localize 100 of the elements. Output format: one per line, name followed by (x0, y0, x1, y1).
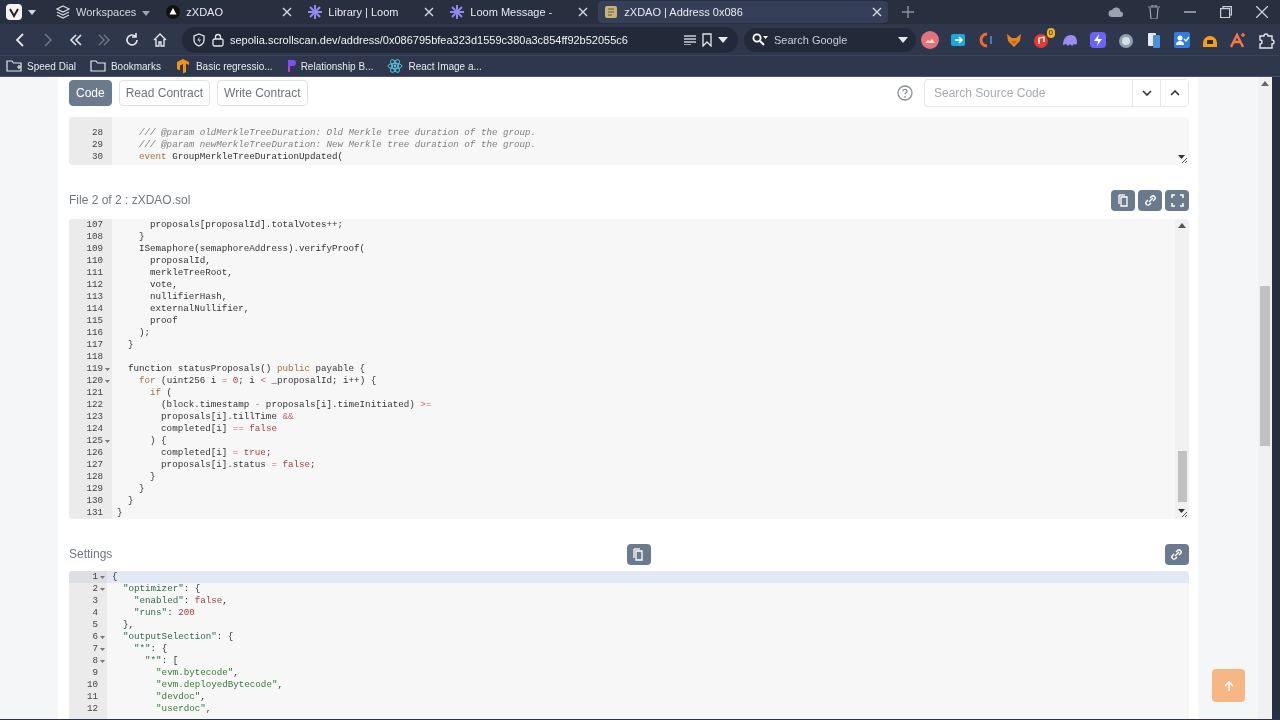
close-icon[interactable] (872, 7, 883, 17)
bookmark-link[interactable]: Relationship B... (286, 60, 374, 72)
bookmark-link[interactable]: Speed Dial (6, 58, 76, 74)
line-number: 123 (86, 411, 103, 423)
close-icon[interactable] (424, 7, 435, 17)
close-icon[interactable] (282, 7, 293, 17)
fold-icon[interactable] (100, 647, 105, 651)
link-button[interactable] (1138, 189, 1162, 211)
code-line: } (138, 483, 145, 494)
dropdown-caret-icon[interactable] (898, 36, 908, 43)
browser-tab[interactable]: Loom Message - (444, 1, 595, 23)
line-number: 126 (86, 447, 103, 459)
tab-title: zXDAO | Address 0x086 (624, 6, 744, 18)
browser-logo-icon[interactable] (6, 4, 22, 20)
line-number: 113 (86, 291, 103, 303)
copy-icon[interactable] (1116, 193, 1130, 207)
code-tab[interactable]: Read Contract (118, 80, 211, 106)
shield-icon[interactable] (192, 32, 206, 47)
code-editor[interactable]: 1 { 2 "optimizer": { 3 "enabled": false, 4 "runs": 200 5 }, 6 "outputSelection": { 7 "*": { 8 "*": [ 9 "evm.bytecode", 10 "evm.deployedBytecode", 11 "devdoc", 12 "userdoc", (69, 571, 1189, 719)
lock-icon[interactable] (212, 32, 224, 47)
line-number: 5 (92, 619, 98, 631)
scroll-thumb[interactable] (1260, 286, 1270, 446)
copy-button[interactable] (626, 543, 651, 565)
hooked-mark-icon (286, 60, 296, 72)
close-icon[interactable] (578, 7, 589, 17)
fold-icon[interactable] (105, 367, 110, 371)
fold-icon[interactable] (105, 379, 110, 383)
fullscreen-icon[interactable] (1170, 193, 1184, 207)
layers-icon[interactable] (56, 5, 70, 19)
atom-icon (387, 58, 404, 74)
code-line: ) { (149, 435, 167, 446)
line-number: 10 (86, 679, 98, 691)
copy-icon[interactable] (632, 547, 646, 561)
line-number: 122 (86, 399, 103, 411)
browser-tab[interactable]: zXDAO | Address 0x086 (598, 1, 889, 23)
bookmark-link[interactable]: React Image a... (387, 58, 482, 74)
code-tab[interactable]: Code (69, 80, 112, 106)
code-line: ISemaphore(semaphoreAddress).verifyProof( (138, 243, 366, 254)
resize-handle-icon[interactable] (1177, 154, 1188, 164)
previous-match-button[interactable] (1160, 80, 1188, 106)
scrollbar[interactable] (1175, 219, 1189, 519)
help-icon[interactable] (897, 85, 913, 101)
browser-tab[interactable]: zXDAO (160, 1, 299, 23)
restore-icon[interactable] (1220, 6, 1232, 18)
line-number: 119 (86, 363, 103, 375)
code-line: proposals[i].tillTime && (160, 411, 294, 422)
search-input[interactable]: Search Source Code (925, 80, 1132, 106)
search-box[interactable]: Search Source Code (924, 79, 1189, 107)
fold-icon[interactable] (100, 659, 105, 663)
code-line: /// @param oldMerkleTreeDuration: Old Merkle tree duration of the group. (138, 127, 537, 138)
chevron-up-icon[interactable] (1169, 90, 1180, 96)
folder-icon (6, 58, 22, 74)
code-line: completed[i] = true; (160, 447, 272, 458)
fold-icon[interactable] (100, 575, 105, 579)
line-number: 107 (86, 219, 103, 231)
bookmark-icon[interactable] (702, 32, 712, 47)
fold-icon[interactable] (100, 587, 105, 591)
scroll-up-icon[interactable] (1178, 223, 1186, 228)
bookmark-link[interactable]: Basic regressio... (174, 58, 273, 74)
scroll-thumb[interactable] (1177, 451, 1187, 502)
fold-icon[interactable] (105, 439, 110, 443)
code-line: completed[i] == false (160, 423, 277, 434)
scroll-up-icon[interactable] (1261, 81, 1269, 86)
code-editor[interactable]: 28 /// @param oldMerkleTreeDuration: Old Merkle tree duration of the group. 29 /// @param newMerkleTreeDuration: New Merkle tree duration of the group. 30 event GroupMerkleTreeDurationUpdated( (69, 117, 1189, 165)
fullscreen-button[interactable] (1165, 189, 1189, 211)
dropdown-caret-icon[interactable] (718, 36, 728, 43)
resize-handle-icon[interactable] (1177, 508, 1188, 518)
code-line: } (117, 507, 123, 518)
page-scrollbar[interactable] (1258, 77, 1272, 719)
new-tab-icon[interactable] (902, 6, 915, 18)
code-line: } (149, 471, 156, 482)
workspaces-button[interactable]: Workspaces (50, 1, 157, 23)
line-number: 120 (86, 375, 103, 387)
close-icon[interactable] (1256, 6, 1268, 18)
code-line: /// @param newMerkleTreeDuration: New Merkle tree duration of the group. (138, 139, 537, 150)
bookmark-link[interactable]: Bookmarks (89, 58, 161, 74)
fold-icon[interactable] (100, 635, 105, 639)
code-line: externalNullifier, (149, 303, 250, 314)
line-number: 108 (86, 231, 103, 243)
link-icon[interactable] (1170, 547, 1184, 561)
browser-tab[interactable]: Library | Loom (302, 1, 441, 23)
cloud-icon[interactable] (1108, 6, 1124, 18)
link-button[interactable] (1165, 543, 1189, 565)
line-number: 4 (92, 607, 98, 619)
search-bar[interactable]: Search Google (744, 27, 916, 52)
reader-view-icon[interactable] (684, 34, 696, 45)
url-text[interactable]: sepolia.scrollscan.dev/address/0x086795bfea323d1559c380a3c854ff92b52055c6 (230, 33, 628, 46)
code-line: event GroupMerkleTreeDurationUpdated( (138, 151, 344, 162)
code-tab[interactable]: Write Contract (217, 80, 308, 106)
line-number: 131 (86, 507, 103, 519)
caret-icon[interactable] (28, 9, 36, 15)
trash-icon[interactable] (1148, 5, 1160, 19)
caret-icon[interactable] (142, 11, 151, 16)
search-input[interactable]: Search Google (772, 32, 894, 47)
link-icon[interactable] (1143, 193, 1157, 207)
address-bar[interactable]: sepolia.scrollscan.dev/address/0x086795bfea323d1559c380a3c854ff92b52055c6 (182, 26, 738, 53)
copy-button[interactable] (1111, 189, 1135, 211)
line-number: 7 (92, 643, 98, 655)
search-icon[interactable] (752, 32, 768, 47)
chevron-down-icon[interactable] (1141, 90, 1152, 96)
